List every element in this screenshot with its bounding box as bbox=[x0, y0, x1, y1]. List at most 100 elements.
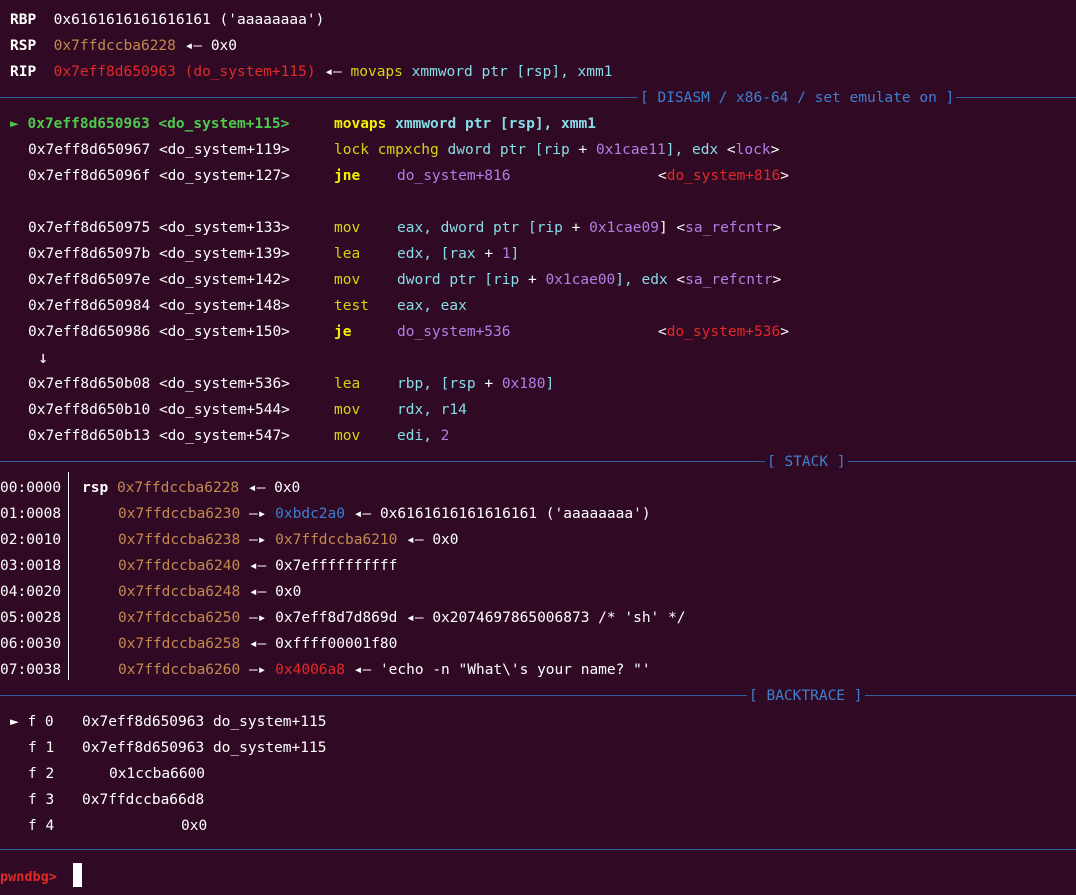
stack-row: 05:0028 bbox=[0, 605, 61, 631]
register-rsp: RSP 0x7ffdccba6228 ◂— 0x0 bbox=[10, 33, 237, 59]
stack-address: 0x7ffdccba6258 bbox=[118, 636, 241, 652]
disasm-instruction: movaps xmmword ptr [rsp], xmm1 bbox=[334, 111, 596, 137]
stack-address: 0x7ffdccba6238 bbox=[118, 532, 241, 548]
disasm-operands: rdx, r14 bbox=[397, 397, 467, 423]
disasm-address: 0x7eff8d65096f bbox=[28, 168, 151, 184]
operand: ] bbox=[545, 376, 555, 392]
mnemonic: mov bbox=[334, 402, 361, 418]
register-value: 0x6161616161616161 ('aaaaaaaa') bbox=[53, 12, 325, 28]
frame-number: f 0 bbox=[27, 714, 54, 730]
stack-entry: 0x7ffdccba6240 ◂— 0x7effffffffff bbox=[118, 553, 397, 579]
disasm-instruction: je bbox=[334, 319, 351, 345]
frame-number: f 1 bbox=[28, 740, 55, 756]
stack-value: 0x0 bbox=[274, 480, 301, 496]
operand: + bbox=[475, 376, 502, 392]
disasm-line: 0x7eff8d65097b <do_system+139> bbox=[28, 241, 290, 267]
mnemonic: mov bbox=[334, 428, 361, 444]
stack-offset: 03:0018 bbox=[0, 558, 62, 574]
deref-arrow: ◂— bbox=[353, 662, 372, 678]
operand-immediate: 0x1cae09 bbox=[589, 220, 659, 236]
disasm-symbol: <do_system+536> bbox=[158, 376, 290, 392]
frame-symbol: do_system+115 bbox=[212, 740, 327, 756]
operand: , bbox=[423, 402, 441, 418]
disasm-comment: <do_system+816> bbox=[658, 163, 789, 189]
disasm-line: 0x7eff8d650986 <do_system+150> bbox=[28, 319, 290, 345]
register-name: RIP bbox=[10, 64, 37, 80]
operand: > bbox=[780, 324, 789, 340]
stack-value: 0x4006a8 bbox=[275, 662, 345, 678]
stack-offset: 00:0000 bbox=[0, 480, 62, 496]
backtrace-frame-info: 0x0 bbox=[181, 813, 207, 839]
operand-register: edx bbox=[691, 142, 719, 158]
disasm-line: 0x7eff8d650984 <do_system+148> bbox=[28, 293, 290, 319]
disasm-symbol: <do_system+119> bbox=[158, 142, 290, 158]
disasm-operands: rbp, [rsp + 0x180] bbox=[397, 371, 554, 397]
disasm-address: 0x7eff8d650963 bbox=[27, 116, 150, 132]
frame-address: 0x0 bbox=[181, 818, 208, 834]
disasm-symbol: <do_system+148> bbox=[158, 298, 290, 314]
disasm-operands: edi, 2 bbox=[397, 423, 449, 449]
operand: < bbox=[658, 324, 667, 340]
backtrace-frame: f 2 bbox=[28, 761, 54, 787]
stack-offset: 05:0028 bbox=[0, 610, 62, 626]
operand: , dword ptr [ bbox=[423, 220, 537, 236]
disasm-symbol: <do_system+115> bbox=[158, 116, 290, 132]
current-instruction-marker: ► bbox=[10, 116, 19, 132]
disasm-line: 0x7eff8d65097e <do_system+142> bbox=[28, 267, 290, 293]
symbol-ref: lock bbox=[735, 142, 771, 158]
operand: > bbox=[772, 220, 782, 236]
operand: < bbox=[658, 168, 667, 184]
register-name: RBP bbox=[10, 12, 37, 28]
stack-offset: 02:0010 bbox=[0, 532, 62, 548]
disasm-address: 0x7eff8d65097b bbox=[28, 246, 151, 262]
operand-register: xmm1 bbox=[577, 64, 613, 80]
jump-arrow-icon: ↓ bbox=[38, 348, 49, 368]
stack-row: 06:0030 bbox=[0, 631, 61, 657]
text-cursor[interactable] bbox=[73, 863, 82, 887]
stack-row: 02:0010 bbox=[0, 527, 61, 553]
disasm-address: 0x7eff8d650967 bbox=[28, 142, 151, 158]
operand-register: edx bbox=[641, 272, 668, 288]
operand-register: rbp bbox=[397, 376, 424, 392]
backtrace-frame-info: 0x7eff8d650963 do_system+115 bbox=[82, 709, 326, 735]
mnemonic: cmpxchg bbox=[377, 142, 439, 158]
jump-target: do_system+536 bbox=[397, 324, 511, 340]
deref-arrow: ◂— bbox=[184, 38, 203, 54]
disasm-instruction: mov bbox=[334, 397, 360, 423]
register-address: 0x7ffdccba6228 bbox=[53, 38, 176, 54]
stack-value: 0x7ffdccba6210 bbox=[275, 532, 398, 548]
stack-offset: 04:0020 bbox=[0, 584, 62, 600]
stack-value: 0x0 bbox=[432, 532, 459, 548]
stack-value: 0x0 bbox=[275, 584, 302, 600]
disasm-symbol: <do_system+142> bbox=[158, 272, 290, 288]
stack-offset: 06:0030 bbox=[0, 636, 62, 652]
operand: ], bbox=[615, 272, 642, 288]
operand: > bbox=[772, 272, 782, 288]
frame-number: f 4 bbox=[28, 818, 55, 834]
command-prompt[interactable]: pwndbg> bbox=[0, 864, 57, 890]
operand: + bbox=[562, 220, 590, 236]
backtrace-frame: f 4 bbox=[28, 813, 54, 839]
disasm-operand: do_system+536 bbox=[397, 319, 511, 345]
separator-rule bbox=[0, 695, 1076, 696]
operand: ], bbox=[551, 64, 578, 80]
deref-arrow: ◂— bbox=[324, 64, 342, 80]
operand: + bbox=[475, 246, 502, 262]
backtrace-frame-info: 0x7ffdccba66d8 bbox=[82, 787, 204, 813]
backtrace-frame: f 1 bbox=[28, 735, 54, 761]
disasm-address: 0x7eff8d650986 bbox=[28, 324, 151, 340]
current-frame-marker: ► bbox=[10, 714, 19, 730]
stack-entry: rsp 0x7ffdccba6228 ◂— 0x0 bbox=[82, 475, 300, 501]
symbol-ref: sa_refcntr bbox=[685, 272, 773, 288]
disasm-line: 0x7eff8d650b08 <do_system+536> bbox=[28, 371, 290, 397]
disasm-address: 0x7eff8d65097e bbox=[28, 272, 151, 288]
operand-register: edi bbox=[397, 428, 424, 444]
disasm-symbol: <do_system+547> bbox=[158, 428, 290, 444]
prompt-label: pwndbg> bbox=[0, 869, 57, 885]
register-rip: RIP 0x7eff8d650963 (do_system+115) ◂— mo… bbox=[10, 59, 612, 85]
deref-arrow: —▸ bbox=[248, 506, 267, 522]
operand: , bbox=[423, 428, 441, 444]
operand: dword ptr [ bbox=[447, 142, 544, 158]
operand: + bbox=[519, 272, 546, 288]
frame-address: 0x7ffdccba66d8 bbox=[82, 792, 205, 808]
